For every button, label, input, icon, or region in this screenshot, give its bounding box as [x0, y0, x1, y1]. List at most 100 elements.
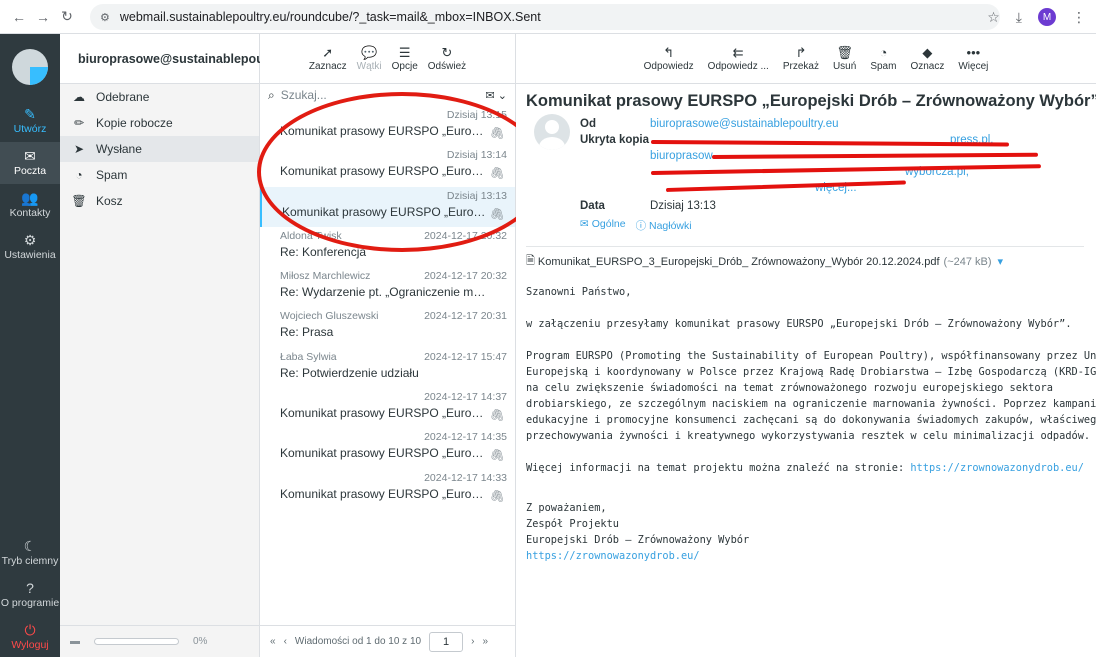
spam-icon: ◔ [879, 45, 888, 60]
moon-icon: ☾ [23, 538, 37, 554]
tag-icon: ◆ [922, 45, 933, 60]
paperclip-icon: 🖇 [489, 166, 505, 181]
rail-logout[interactable]: ⏻ Wyloguj [0, 616, 60, 657]
list-item-date: 2024-12-17 15:47 [424, 350, 507, 363]
threads-label: Wątki [356, 61, 382, 72]
address-bar[interactable]: ⚙ webmail.sustainablepoultry.eu/roundcub… [90, 4, 1000, 30]
list-item[interactable]: 2024-12-17 14:37 Komunikat prasowy EURSPO… [260, 388, 515, 428]
redaction-mark [665, 180, 906, 192]
chevron-down-icon[interactable]: ▾ [998, 255, 1004, 268]
redaction-mark [711, 152, 1039, 159]
list-item[interactable]: Łaba Sylwia 2024-12-17 15:47 Re: Potwierdz… [260, 348, 515, 388]
refresh-button[interactable]: ↻ Odśwież [428, 45, 466, 72]
forward-nav-icon[interactable]: → [36, 9, 50, 25]
attachment-size: (~247 kB) [943, 255, 992, 268]
list-item-date: 2024-12-17 20:32 [424, 270, 507, 283]
attachment[interactable]: 🗎 Komunikat_EURSPO_3_Europejski_Drób_ Zr… [526, 246, 1084, 268]
prev-page-icon[interactable]: ‹ [284, 636, 287, 647]
list-item-subject: Komunikat prasowy EURSPO „Europejski D..… [280, 124, 490, 138]
folder-pane: biuroprasowe@sustainablepoultr... ⋮ ☁ Od… [60, 34, 307, 657]
mail-toolbar: ↰ Odpowiedz ⇇ Odpowiedz ... ↱ Przekaż 🗑 … [516, 34, 1096, 84]
inbox-icon: ☁ [73, 90, 85, 104]
signature-link[interactable]: https://zrownowazonydrob.eu/ [526, 550, 700, 562]
list-item[interactable]: Wojciech Gluszewski 2024-12-17 20:31 Re: P… [260, 307, 515, 347]
bookmark-star-icon[interactable]: ☆ [987, 9, 1000, 26]
profile-avatar[interactable]: M [1038, 8, 1056, 26]
roundcube-logo[interactable] [0, 34, 60, 100]
forward-icon: ↱ [795, 45, 807, 60]
first-page-icon[interactable]: « [270, 636, 276, 647]
rail-contacts[interactable]: 👥 Kontakty [0, 184, 60, 226]
rail-mail[interactable]: ✉ Poczta [0, 142, 60, 184]
folder-inbox[interactable]: ☁ Odebrane [60, 84, 259, 110]
url-text: webmail.sustainablepoultry.eu/roundcube/… [119, 10, 541, 24]
list-item[interactable]: Dzisiaj 13:15 Komunikat prasowy EURSPO „E… [260, 106, 515, 146]
mail-subject: Komunikat prasowy EURSPO „Europejski Dró… [526, 92, 1096, 111]
more-button[interactable]: ••• Więcej [958, 45, 988, 72]
select-button[interactable]: ➚ Zaznacz [309, 45, 347, 72]
paperclip-icon: 🖇 [489, 206, 505, 221]
body-text: Więcej informacji na temat projektu możn… [526, 462, 911, 474]
list-item[interactable]: Dzisiaj 13:14 Komunikat prasowy EURSPO „E… [260, 146, 515, 186]
site-info-icon[interactable]: ⚙ [100, 11, 110, 24]
sender-avatar [534, 114, 570, 150]
mark-button[interactable]: ◆ Oznacz [910, 45, 944, 72]
search-input[interactable]: ⌕ Szukaj... ✉ ⌄ [260, 84, 515, 106]
body-line: Program EURSPO (Promoting the Sustainabi… [526, 350, 1096, 362]
rail-compose[interactable]: ✎ Utwórz [0, 100, 60, 142]
page-input[interactable]: 1 [429, 631, 464, 652]
list-item-from: Aldona Twisk [280, 229, 342, 242]
browser-menu-icon[interactable]: ⋮ [1072, 9, 1086, 26]
list-item[interactable]: 2024-12-17 14:35 Komunikat prasowy EURSPO… [260, 428, 515, 468]
list-item-meta: Miłosz Marchlewicz 2024-12-17 20:32 [280, 270, 507, 285]
quota-text: 0% [193, 636, 208, 647]
next-page-icon[interactable]: › [471, 636, 474, 647]
body-line: Europejską i koordynowany w Polsce przez… [526, 366, 1096, 378]
options-button[interactable]: ☰ Opcje [392, 45, 418, 72]
delete-button[interactable]: 🗑 Usuń [833, 45, 856, 72]
last-page-icon[interactable]: » [482, 636, 488, 647]
list-item-meta: 2024-12-17 14:33 [280, 472, 507, 487]
list-toolbar: ➚ Zaznacz 💬 Wątki ☰ Opcje ↻ Odśwież [260, 34, 515, 84]
list-item-date: 2024-12-17 20:32 [424, 229, 507, 242]
folder-trash[interactable]: 🗑 Kosz [60, 188, 259, 214]
trash-icon: 🗑 [71, 194, 87, 208]
from-label: Od [580, 118, 596, 130]
from-address[interactable]: biuroprasowe@sustainablepoultry.eu [650, 118, 839, 130]
account-name: biuroprasowe@sustainablepoultr... [78, 51, 287, 66]
reply-all-button[interactable]: ⇇ Odpowiedz ... [708, 45, 769, 72]
general-headers-link[interactable]: ✉ Ogólne [580, 218, 626, 233]
forward-label: Przekaż [782, 61, 819, 72]
list-item[interactable]: Aldona Twisk 2024-12-17 20:32 Re: Konferen… [260, 227, 515, 267]
send-icon: ➤ [73, 142, 85, 156]
spam-label: Spam [870, 61, 897, 72]
pencil-icon: ✏ [73, 116, 85, 130]
list-item[interactable]: 2024-12-17 14:33 Komunikat prasowy EURSPO… [260, 469, 515, 509]
body-paragraph: Program EURSPO (Promoting the Sustainabi… [526, 348, 1096, 444]
greeting: Szanowni Państwo, [526, 286, 632, 298]
forward-button[interactable]: ↱ Przekaż [783, 45, 819, 72]
list-item[interactable]: Miłosz Marchlewicz 2024-12-17 20:32 Re: Wy… [260, 267, 515, 307]
back-icon[interactable]: ← [12, 9, 26, 25]
spam-button[interactable]: ◔ Spam [870, 45, 896, 72]
rail-about[interactable]: ? O programie [0, 574, 60, 616]
all-headers-link[interactable]: ⓘ Nagłówki [636, 218, 692, 233]
list-item-meta: Dzisiaj 13:13 [282, 190, 507, 205]
folder-spam[interactable]: ◔ Spam [60, 162, 259, 188]
search-options-icon[interactable]: ✉ ⌄ [486, 89, 508, 102]
list-item[interactable]: Dzisiaj 13:13 Komunikat prasowy EURSPO „E… [260, 186, 515, 227]
reply-button[interactable]: ↰ Odpowiedz [644, 45, 694, 72]
project-link[interactable]: https://zrownowazonydrob.eu/ [910, 462, 1084, 474]
message-list: Dzisiaj 13:15 Komunikat prasowy EURSPO „E… [260, 106, 515, 509]
folder-sent[interactable]: ➤ Wysłane [60, 136, 259, 162]
rail-dark-mode[interactable]: ☾ Tryb ciemny [0, 532, 60, 574]
reload-icon[interactable]: ↻ [60, 8, 74, 25]
rail-settings[interactable]: ⚙ Ustawienia [0, 226, 60, 268]
bcc-address[interactable]: biuroprasow [650, 150, 713, 162]
threads-button[interactable]: 💬 Wątki [357, 45, 382, 72]
select-label: Zaznacz [308, 61, 347, 72]
list-item-date: 2024-12-17 14:33 [424, 471, 507, 484]
paperclip-icon: 🖇 [489, 448, 505, 463]
folder-drafts[interactable]: ✏ Kopie robocze [60, 110, 259, 136]
download-icon[interactable]: ⤓ [1016, 9, 1022, 26]
